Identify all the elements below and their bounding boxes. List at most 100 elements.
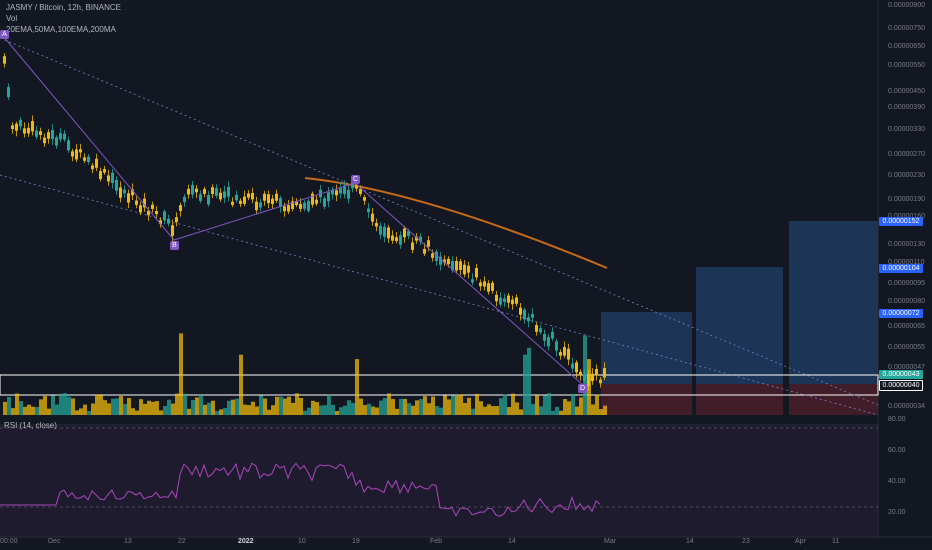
abcd-pattern-line[interactable] [2,35,584,386]
candle-body [575,362,578,373]
rsi-axis-label-80: 80.00 [888,416,906,423]
volume-bar [231,399,235,415]
candle-body [11,125,14,129]
time-axis-label: 14 [508,538,516,545]
candle-body [323,198,326,207]
volume-bar [139,399,143,415]
candle-body [523,309,526,320]
target-box-2[interactable] [696,267,783,384]
point-c-label[interactable]: C [351,175,360,184]
candle-body [55,137,58,146]
volume-bar [559,410,563,415]
volume-bar [207,402,211,415]
candle-body [75,149,78,160]
candle-body [83,157,86,161]
volume-bar [211,400,215,415]
candle-body [559,352,562,356]
volume-bar [355,359,359,415]
candle-body [363,197,366,201]
volume-bar [23,406,27,415]
rsi-pane-background [0,426,878,537]
candle-body [471,279,474,283]
volume-bar [191,400,195,415]
candle-body [567,348,570,360]
candle-body [227,186,230,197]
volume-bar [43,395,47,415]
volume-bar [15,393,19,415]
candle-body [15,123,18,131]
volume-bar [51,395,55,415]
candle-body [339,187,342,194]
time-axis-label: 14 [686,538,694,545]
candle-body [383,226,386,237]
candle-body [307,200,310,211]
volume-bar [515,402,519,415]
volume-bar [223,407,227,415]
candle-body [79,149,82,153]
candle-body [59,133,62,140]
candle-body [171,225,174,236]
point-d-label[interactable]: D [578,384,587,393]
volume-bar [59,393,63,415]
volume-bar [359,398,363,415]
volume-bar [11,408,15,415]
stop-box-1[interactable] [601,384,692,415]
volume-bar [275,396,279,415]
volume-bar [519,409,523,415]
candle-body [163,211,166,221]
candle-body [555,341,558,351]
volume-bar [283,398,287,415]
candle-body [411,242,414,250]
candle-body [183,196,186,203]
candle-body [563,347,566,356]
volume-bar [47,408,51,415]
volume-bar [315,402,319,415]
volume-bar [95,394,99,415]
volume-bar [391,399,395,415]
price-axis-label: 0.00000130 [888,241,925,248]
candle-body [151,204,154,209]
point-a-label[interactable]: A [0,30,9,39]
candle-body [127,193,130,203]
candle-body [315,199,318,204]
ema-curve[interactable] [304,177,608,269]
time-axis-label: Dec [48,538,61,545]
stop-box-2[interactable] [696,384,783,415]
volume-bar [407,403,411,415]
candle-body [175,217,178,222]
target-box-3[interactable] [789,221,878,384]
candle-series [3,53,606,392]
candle-body [243,196,246,204]
point-b-label[interactable]: B [170,241,179,250]
price-tag-target-2: 0.00000104 [879,264,923,273]
candle-body [547,336,550,347]
volume-bar [91,403,95,415]
candle-body [219,192,222,200]
volume-bar [507,406,511,415]
volume-bar [567,401,571,415]
candle-body [543,333,546,341]
candle-body [535,325,538,332]
time-axis-label: 13 [124,538,132,545]
volume-bar [443,395,447,415]
volume-bar [235,398,239,415]
target-box-1[interactable] [601,312,692,384]
volume-bar [163,405,167,415]
candle-body [327,192,330,202]
time-axis-label: 23 [742,538,750,545]
volume-bar [323,405,327,415]
chart-canvas[interactable] [0,0,932,550]
volume-bar [531,404,535,415]
price-axis-label: 0.00000550 [888,62,925,69]
candle-body [203,188,206,194]
volume-bar [259,395,263,415]
volume-bar [215,410,219,415]
candle-body [103,169,106,173]
volume-bar [351,403,355,415]
candle-body [463,264,466,275]
candle-body [271,198,274,204]
candle-body [503,298,506,302]
candle-body [7,87,10,98]
stop-box-3[interactable] [789,384,878,415]
price-axis-label: 0.00000055 [888,344,925,351]
